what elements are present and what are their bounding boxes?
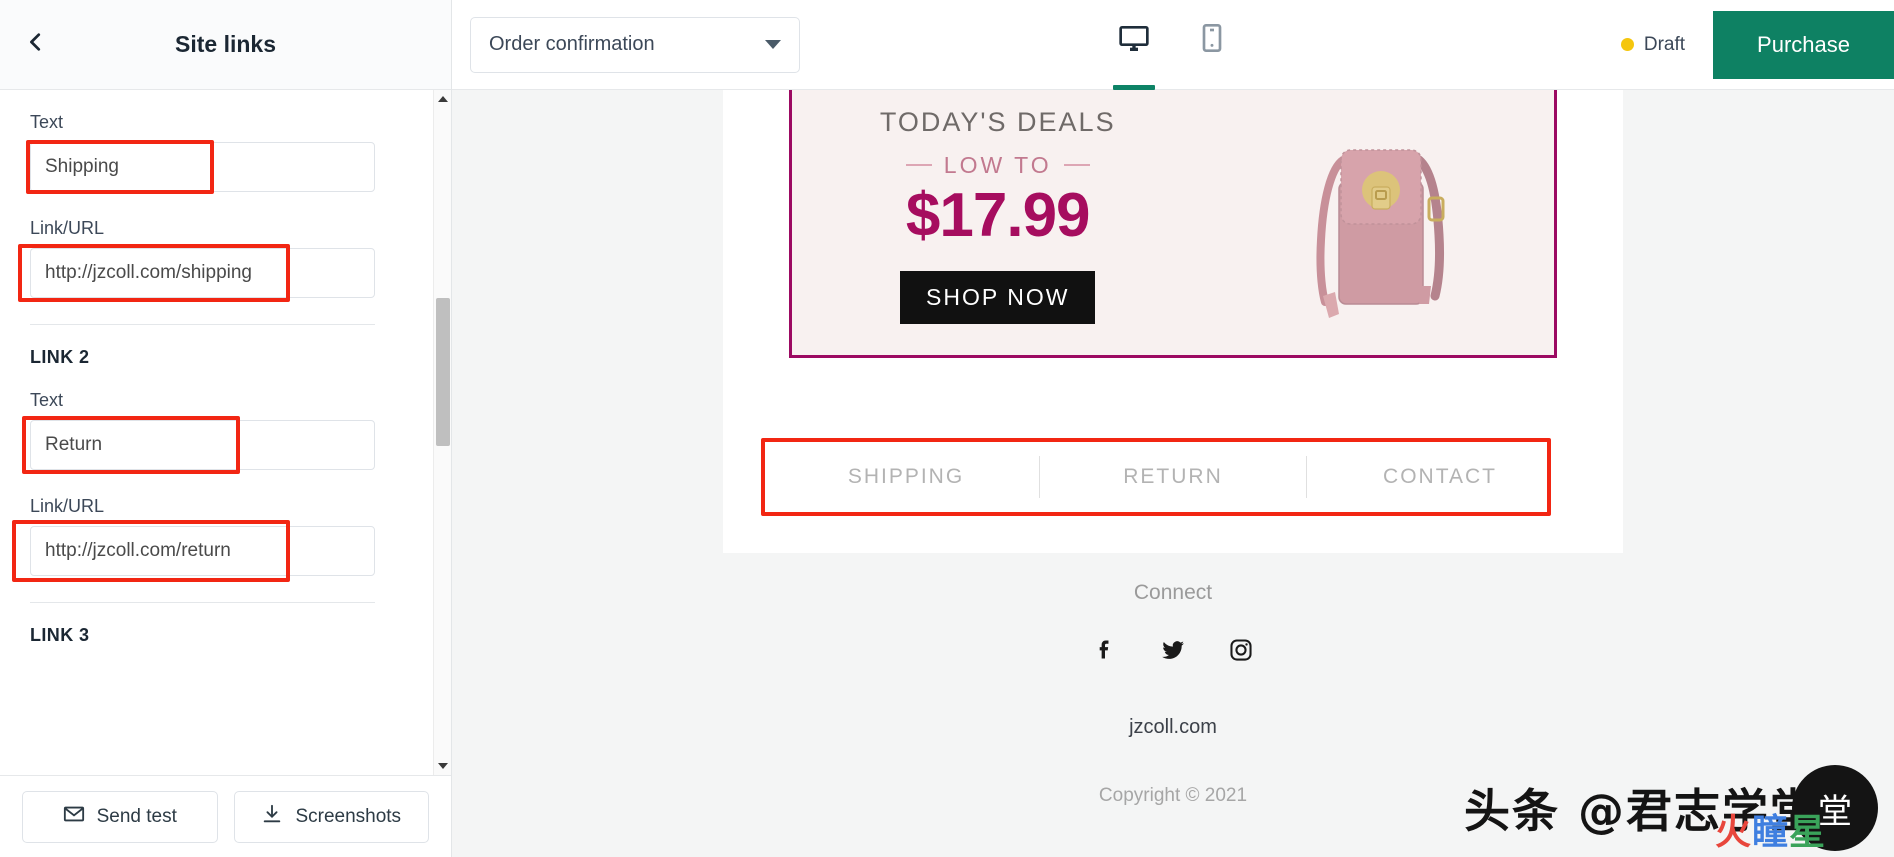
status-badge: Draft xyxy=(1620,33,1686,56)
site-links-panel: Site links Text Shipping Link/URL http:/… xyxy=(0,0,452,857)
page-title: Site links xyxy=(175,31,276,57)
field-label: Link/URL xyxy=(30,496,105,516)
footer-link-contact[interactable]: CONTACT xyxy=(1307,465,1573,489)
panel-header: Site links xyxy=(0,0,451,90)
panel-footer: Send test Screenshots xyxy=(0,775,451,857)
envelope-icon xyxy=(63,803,85,831)
link1-url-input[interactable]: http://jzcoll.com/shipping xyxy=(30,248,375,298)
promo-copy: TODAY'S DEALS LOW TO $17.99 SHOP NOW xyxy=(792,107,1203,324)
field-label: Text xyxy=(30,112,64,132)
dash-right-icon xyxy=(1063,164,1090,166)
email-footer-links: SHIPPING RETURN CONTACT xyxy=(761,438,1573,516)
download-icon xyxy=(261,803,283,831)
promo-subhead: LOW TO xyxy=(905,151,1090,179)
promo-product-image xyxy=(1203,90,1554,355)
link2-text-field: Text Return xyxy=(22,390,403,474)
link2-text-input[interactable]: Return xyxy=(30,420,375,470)
email-body: TODAY'S DEALS LOW TO $17.99 SHOP NOW SHI… xyxy=(723,90,1623,553)
link1-text-field: Text Shipping xyxy=(26,112,403,194)
status-label: Draft xyxy=(1643,33,1686,55)
email-preview-canvas: TODAY'S DEALS LOW TO $17.99 SHOP NOW SHI… xyxy=(452,90,1894,857)
link1-url-field: Link/URL http://jzcoll.com/shipping xyxy=(18,218,403,302)
chevron-down-icon xyxy=(765,40,781,49)
promo-banner: TODAY'S DEALS LOW TO $17.99 SHOP NOW xyxy=(789,90,1557,358)
top-toolbar: Order confirmation Draft Purchase xyxy=(452,0,1894,90)
twitter-icon[interactable] xyxy=(1160,637,1186,668)
mobile-view-button[interactable] xyxy=(1185,0,1239,90)
send-test-label: Send test xyxy=(96,805,177,827)
footer-link-return[interactable]: RETURN xyxy=(1040,465,1306,489)
site-name: jzcoll.com xyxy=(1129,716,1217,738)
promo-subhead-label: LOW TO xyxy=(943,151,1052,178)
template-dropdown[interactable]: Order confirmation xyxy=(470,16,800,73)
toolbar-actions: Draft Purchase xyxy=(1620,0,1894,90)
pink-crossbody-bag-icon xyxy=(1279,90,1479,340)
mobile-icon xyxy=(1196,22,1228,67)
screenshots-label: Screenshots xyxy=(295,805,402,827)
device-toggle xyxy=(1107,0,1239,90)
link2-heading: LINK 2 xyxy=(30,347,90,367)
link3-heading: LINK 3 xyxy=(30,625,90,645)
social-links xyxy=(1092,637,1254,668)
link2-url-field: Link/URL http://jzcoll.com/return xyxy=(12,496,403,582)
field-label: Link/URL xyxy=(30,218,105,238)
facebook-icon[interactable] xyxy=(1092,637,1118,668)
desktop-icon xyxy=(1118,22,1150,67)
back-button[interactable] xyxy=(10,19,62,71)
instagram-icon[interactable] xyxy=(1228,637,1254,668)
scrollbar-thumb[interactable] xyxy=(436,298,450,446)
field-label: Text xyxy=(30,390,64,410)
dash-left-icon xyxy=(905,164,932,166)
app-root: Site links Text Shipping Link/URL http:/… xyxy=(0,0,1894,857)
shop-now-button[interactable]: SHOP NOW xyxy=(900,270,1096,324)
scroll-up-arrow[interactable] xyxy=(434,90,451,108)
connect-label: Connect xyxy=(1133,581,1213,604)
template-dropdown-value: Order confirmation xyxy=(489,33,655,55)
send-test-button[interactable]: Send test xyxy=(22,790,218,843)
chevron-left-icon xyxy=(25,31,47,58)
section-divider xyxy=(30,324,375,325)
panel-body: Text Shipping Link/URL http://jzcoll.com… xyxy=(0,90,451,775)
status-dot-icon xyxy=(1620,38,1634,51)
desktop-view-button[interactable] xyxy=(1107,0,1161,90)
active-tab-indicator xyxy=(1113,84,1155,90)
copyright-text: Copyright © 2021 xyxy=(1098,785,1248,806)
link1-text-input[interactable]: Shipping xyxy=(30,142,375,192)
footer-link-shipping[interactable]: SHIPPING xyxy=(773,465,1039,489)
screenshots-button[interactable]: Screenshots xyxy=(233,790,429,843)
email-lower-footer: Connect jzcoll.com Copyright © 2021 xyxy=(452,553,1894,807)
scroll-down-arrow[interactable] xyxy=(434,757,451,775)
section-divider xyxy=(30,602,375,603)
promo-price: $17.99 xyxy=(905,180,1091,250)
link2-url-input[interactable]: http://jzcoll.com/return xyxy=(30,526,375,576)
promo-headline: TODAY'S DEALS xyxy=(879,106,1116,137)
purchase-button[interactable]: Purchase xyxy=(1713,10,1894,79)
panel-scrollbar[interactable] xyxy=(433,90,451,775)
preview-area: Order confirmation Draft Purchase TODAY'… xyxy=(452,0,1894,857)
link-form: Text Shipping Link/URL http://jzcoll.com… xyxy=(0,90,433,775)
